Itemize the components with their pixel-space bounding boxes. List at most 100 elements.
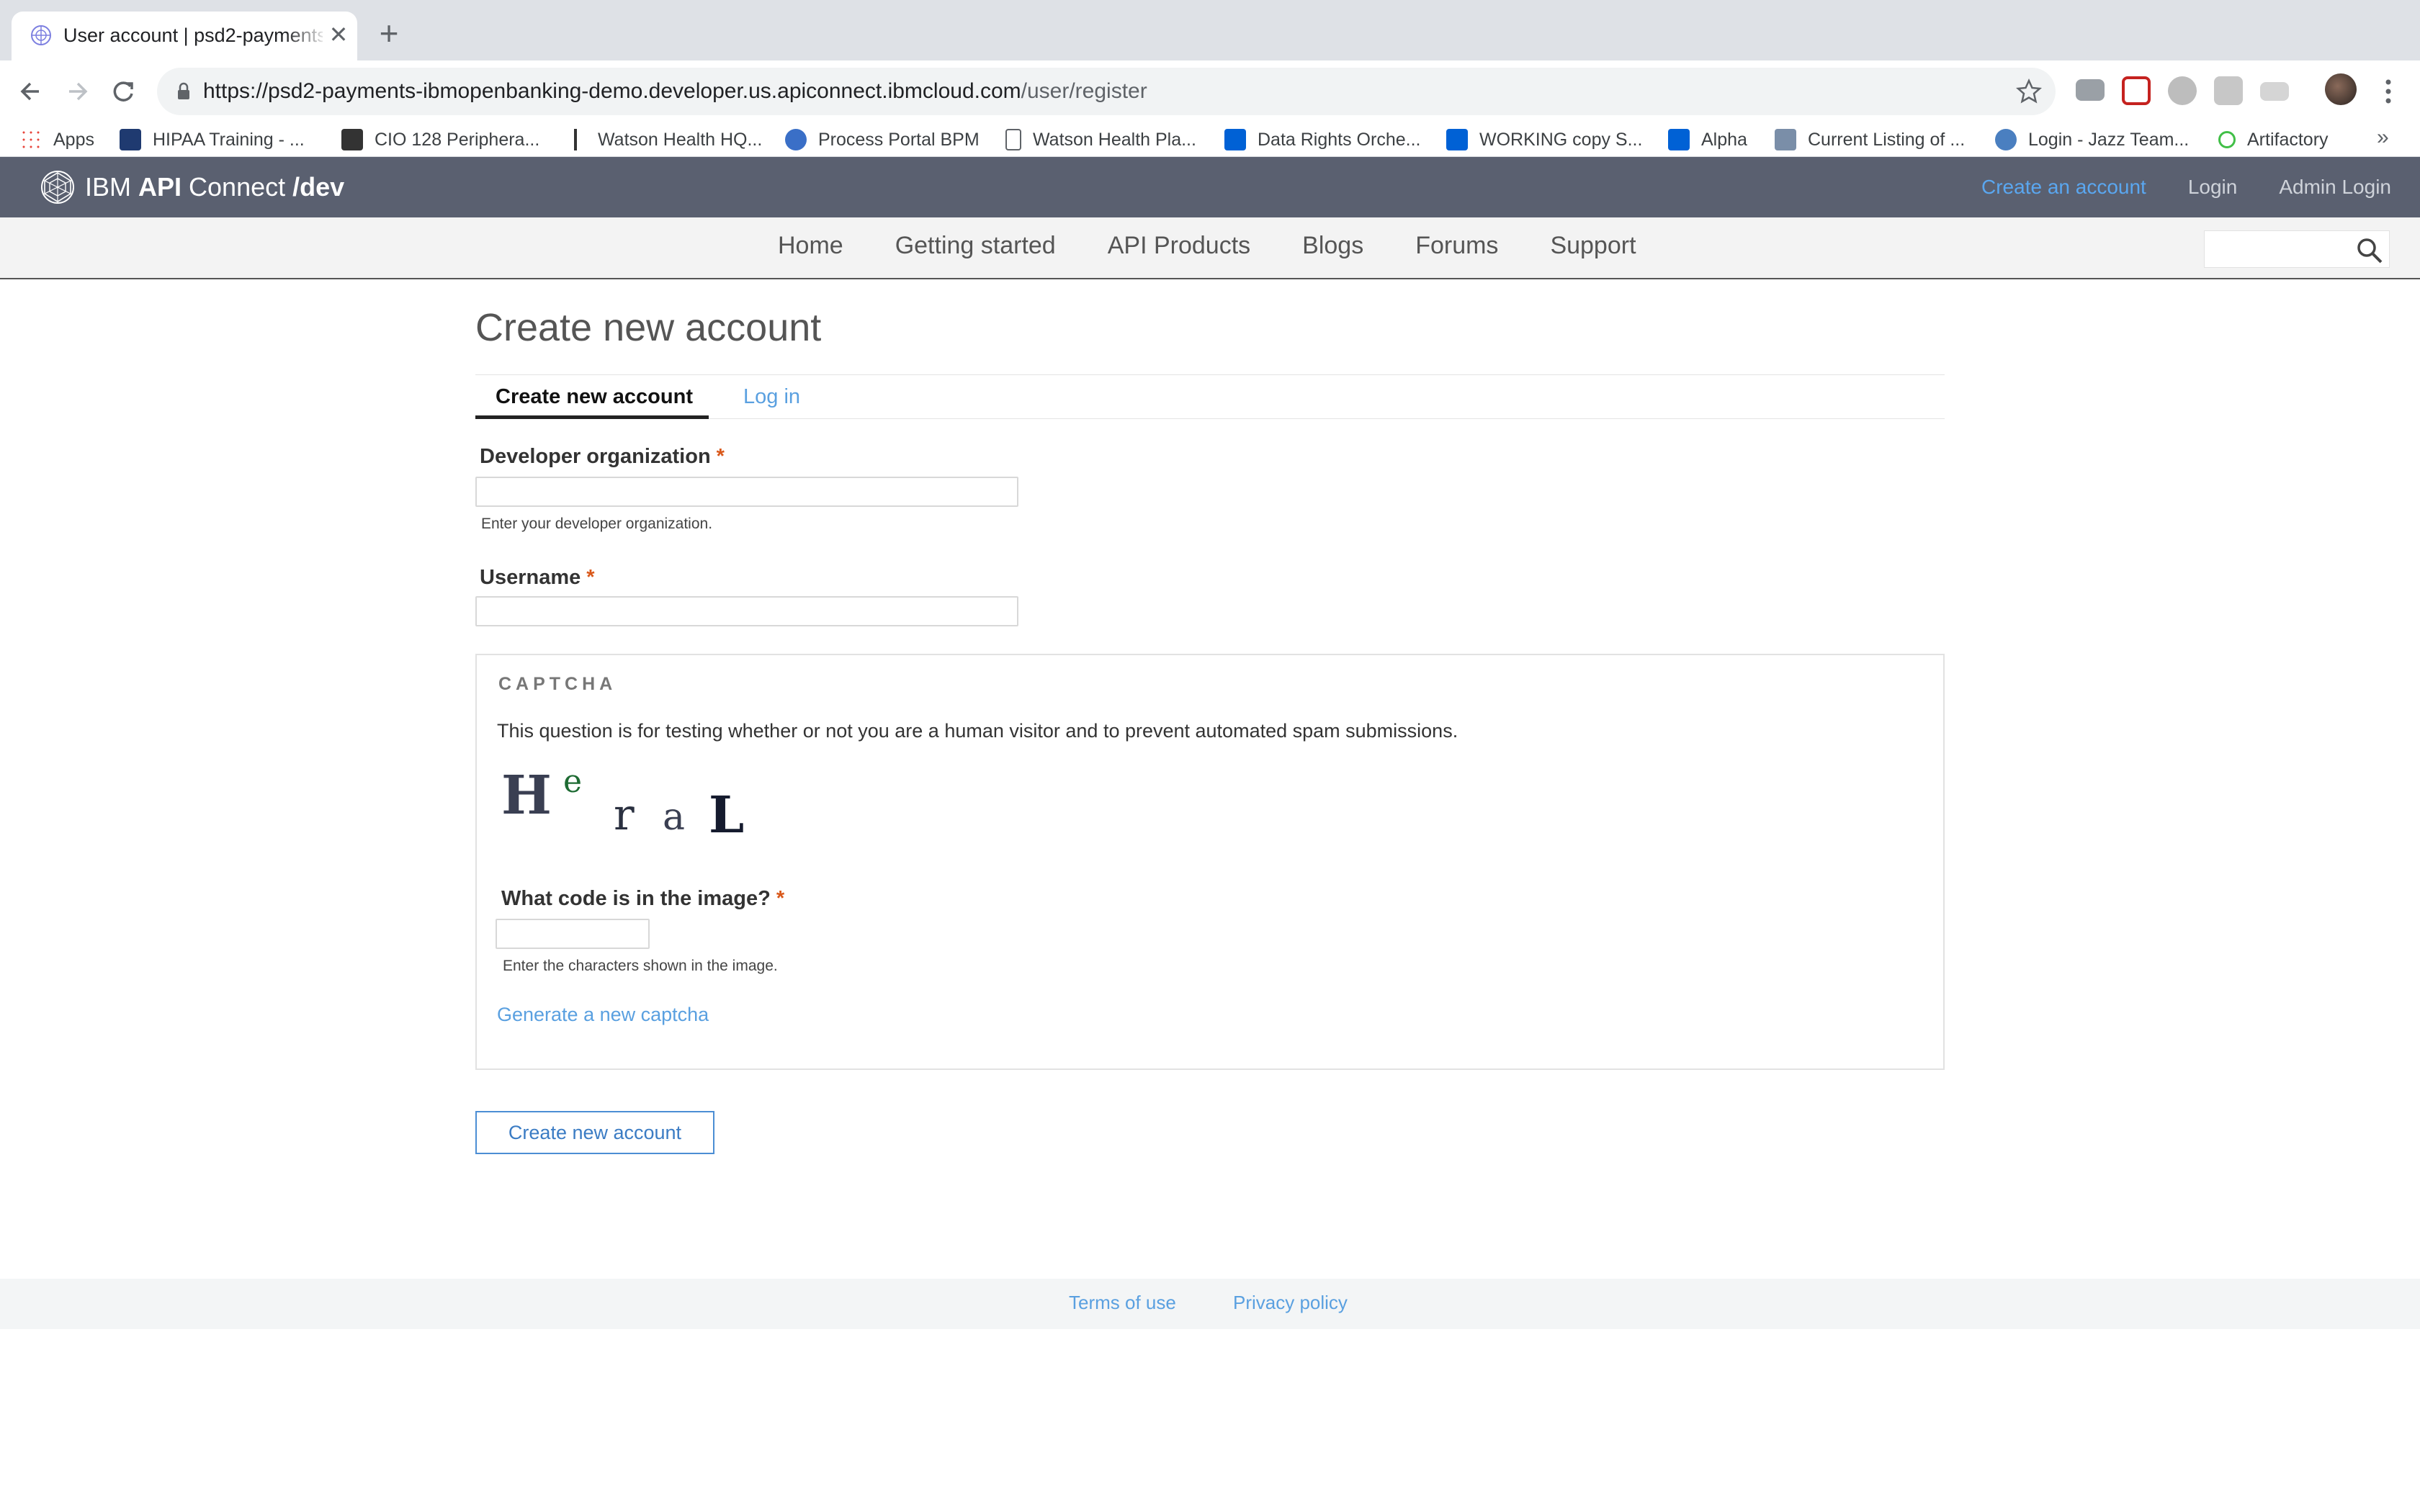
developer-organization-input[interactable] — [475, 477, 1018, 507]
bookmark-watson-hq[interactable]: Watson Health HQ... — [565, 125, 762, 154]
nav-items: Home Getting started API Products Blogs … — [778, 232, 1688, 260]
bookmark-label: Login - Jazz Team... — [2028, 129, 2190, 150]
bookmark-process-portal[interactable]: Process Portal BPM — [785, 125, 980, 154]
generate-new-captcha-link[interactable]: Generate a new captcha — [497, 1004, 709, 1026]
tag-extension-icon[interactable] — [2260, 82, 2289, 101]
login-link[interactable]: Login — [2188, 176, 2238, 199]
bookmark-label: Watson Health Pla... — [1033, 129, 1196, 150]
nav-blogs[interactable]: Blogs — [1302, 232, 1363, 260]
bookmark-star-icon[interactable] — [2014, 76, 2044, 107]
create-new-account-button[interactable]: Create new account — [475, 1111, 714, 1154]
tab-log-in[interactable]: Log in — [743, 385, 800, 409]
required-marker: * — [776, 887, 785, 910]
bookmark-label: HIPAA Training - ... — [153, 129, 305, 150]
site-brand[interactable]: IBM API Connect /dev — [39, 167, 344, 207]
bookmark-cio[interactable]: CIO 128 Periphera... — [341, 125, 539, 154]
jazz-icon — [1995, 129, 2017, 150]
artifactory-icon — [2218, 131, 2236, 148]
bookmark-label: WORKING copy S... — [1479, 129, 1643, 150]
captcha-image: H e r a L — [501, 763, 744, 842]
bookmark-label: Current Listing of ... — [1808, 129, 1966, 150]
bookmark-hipaa[interactable]: HIPAA Training - ... — [120, 125, 305, 154]
bookmarks-bar: Apps HIPAA Training - ... CIO 128 Periph… — [0, 122, 2420, 157]
address-bar[interactable]: https://psd2-payments-ibmopenbanking-dem… — [157, 68, 2056, 115]
nav-support[interactable]: Support — [1550, 232, 1636, 260]
captcha-code-help: Enter the characters shown in the image. — [503, 958, 778, 974]
captcha-code-input[interactable] — [496, 919, 650, 949]
browser-tab[interactable]: User account | psd2-payments ✕ — [12, 12, 357, 60]
org-field-label: Developer organization * — [480, 445, 725, 469]
ibm-globe-logo-icon — [41, 171, 74, 204]
bookmark-label: Watson Health HQ... — [598, 129, 763, 150]
gear-icon — [785, 129, 807, 150]
url-text: https://psd2-payments-ibmopenbanking-dem… — [203, 79, 1147, 104]
bookmark-label: Process Portal BPM — [818, 129, 980, 150]
nav-api-products[interactable]: API Products — [1108, 232, 1250, 260]
bookmark-apps[interactable]: Apps — [20, 125, 94, 154]
username-field-label: Username * — [480, 566, 595, 590]
listing-icon — [1775, 129, 1796, 150]
more-bookmarks-button[interactable]: » — [2377, 125, 2389, 150]
browser-tabstrip: User account | psd2-payments ✕ + — [0, 0, 2420, 60]
bookmark-watson-pla[interactable]: Watson Health Pla... — [1005, 125, 1196, 154]
ibm-globe-favicon-icon — [31, 25, 51, 45]
terms-of-use-link[interactable]: Terms of use — [1069, 1292, 1176, 1314]
lock-icon — [178, 82, 189, 99]
required-marker: * — [586, 566, 595, 589]
username-input[interactable] — [475, 596, 1018, 626]
brand-name: Connect — [189, 172, 286, 202]
captcha-description: This question is for testing whether or … — [497, 720, 1458, 742]
nav-forums[interactable]: Forums — [1415, 232, 1498, 260]
captcha-char-4: a — [663, 796, 685, 839]
captcha-char-3: r — [614, 790, 635, 840]
w3-icon — [341, 129, 363, 150]
box-icon — [1446, 129, 1468, 150]
new-tab-button[interactable]: + — [372, 17, 406, 52]
org-label-text: Developer organization — [480, 445, 711, 468]
more-menu-icon[interactable] — [2374, 73, 2403, 109]
apps-grid-icon — [20, 129, 42, 150]
nav-getting-started[interactable]: Getting started — [895, 232, 1056, 260]
bookmark-working-copy[interactable]: WORKING copy S... — [1446, 125, 1642, 154]
reload-icon[interactable] — [105, 73, 141, 109]
header-links: Create an account Login Admin Login — [1940, 176, 2391, 199]
bookmark-alpha[interactable]: Alpha — [1668, 125, 1747, 154]
captcha-glyphs: H e r a L — [501, 763, 744, 842]
bookmark-artifactory[interactable]: Artifactory — [2218, 125, 2329, 154]
bookmark-data-rights[interactable]: Data Rights Orche... — [1224, 125, 1420, 154]
create-account-link[interactable]: Create an account — [1981, 176, 2146, 199]
bookmark-label: CIO 128 Periphera... — [375, 129, 540, 150]
bookmark-label: Data Rights Orche... — [1258, 129, 1421, 150]
back-arrow-icon[interactable] — [13, 73, 49, 109]
captcha-code-label-text: What code is in the image? — [501, 887, 771, 910]
k-extension-icon[interactable] — [2214, 76, 2243, 105]
tab-create-account[interactable]: Create new account — [496, 385, 693, 409]
cast-extension-icon[interactable] — [2076, 79, 2105, 101]
media-extension-icon[interactable] — [2122, 76, 2151, 105]
bookmark-jazz[interactable]: Login - Jazz Team... — [1995, 125, 2189, 154]
nav-home[interactable]: Home — [778, 232, 843, 260]
box-icon — [1668, 129, 1690, 150]
bookmark-label: Apps — [53, 129, 94, 150]
close-tab-icon[interactable]: ✕ — [326, 22, 351, 48]
watson-icon — [565, 129, 586, 150]
main-navigation: Home Getting started API Products Blogs … — [0, 217, 2420, 279]
page-icon — [1005, 129, 1021, 150]
bookmark-current-listing[interactable]: Current Listing of ... — [1775, 125, 1965, 154]
forward-arrow-icon[interactable] — [59, 73, 95, 109]
url-host: https://psd2-payments-ibmopenbanking-dem… — [203, 79, 1021, 103]
org-field-help: Enter your developer organization. — [481, 516, 713, 532]
circle-extension-icon[interactable] — [2168, 76, 2197, 105]
hipaa-icon — [120, 129, 141, 150]
privacy-policy-link[interactable]: Privacy policy — [1233, 1292, 1348, 1314]
search-icon[interactable] — [2354, 235, 2385, 266]
brand-prefix: IBM — [85, 172, 132, 202]
tab-title-fade — [285, 19, 328, 52]
admin-login-link[interactable]: Admin Login — [2279, 176, 2391, 199]
brand-bold: API — [138, 172, 182, 202]
required-marker: * — [716, 445, 725, 468]
url-path: /user/register — [1021, 79, 1147, 103]
profile-avatar[interactable] — [2325, 73, 2357, 105]
tab-title: User account | psd2-payments — [63, 24, 323, 46]
site-header: IBM API Connect /dev Create an account L… — [0, 157, 2420, 217]
